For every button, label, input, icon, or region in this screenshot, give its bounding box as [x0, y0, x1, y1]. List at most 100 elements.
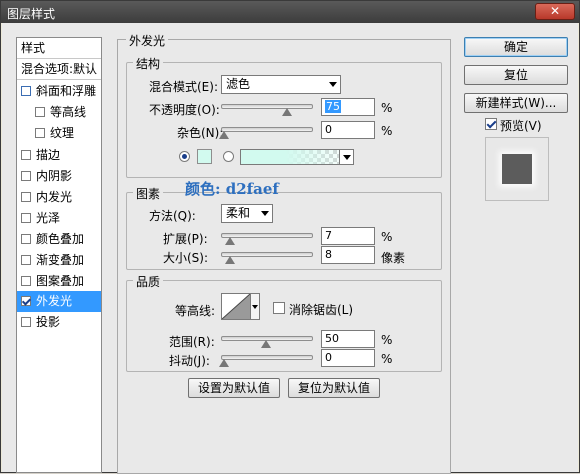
- blend-mode-select[interactable]: 滤色: [221, 75, 341, 94]
- list-item-label: 外发光: [36, 294, 73, 308]
- list-item-label: 描边: [36, 148, 61, 162]
- list-item-pattern-overlay[interactable]: 图案叠加: [17, 271, 101, 292]
- size-slider-thumb[interactable]: [224, 256, 235, 264]
- chevron-down-icon: [261, 211, 269, 216]
- spread-slider[interactable]: [221, 233, 313, 245]
- list-item-label: 内发光: [36, 190, 73, 204]
- new-style-button[interactable]: 新建样式(W)...: [464, 93, 568, 113]
- quality-title: 品质: [133, 273, 164, 290]
- range-slider[interactable]: [221, 336, 313, 348]
- dialog-client: 样式 混合选项:默认 斜面和浮雕 等高线 纹理 描边 内阴影 内发光 光泽 颜色…: [2, 23, 578, 474]
- range-input[interactable]: 50: [321, 330, 375, 348]
- gradient-dropdown-arrow[interactable]: [339, 150, 353, 164]
- list-item-inner-shadow[interactable]: 内阴影: [17, 166, 101, 187]
- list-item-contour[interactable]: 等高线: [17, 102, 101, 123]
- noise-label: 杂色(N):: [177, 126, 224, 140]
- style-preview-thumbnail: [485, 137, 549, 201]
- outer-glow-checkbox[interactable]: [21, 295, 31, 306]
- glow-color-swatch[interactable]: [197, 149, 212, 164]
- solid-color-radio[interactable]: [179, 151, 190, 162]
- list-item-color-overlay[interactable]: 颜色叠加: [17, 229, 101, 250]
- list-item-label: 图案叠加: [36, 274, 85, 288]
- range-slider-thumb[interactable]: [261, 340, 271, 348]
- list-item-outer-glow[interactable]: 外发光: [17, 291, 101, 312]
- list-item-inner-glow[interactable]: 内发光: [17, 187, 101, 208]
- title-bar[interactable]: 图层样式 ✕: [1, 1, 579, 23]
- contour-picker[interactable]: [221, 293, 251, 320]
- spread-input[interactable]: 7: [321, 227, 375, 245]
- satin-checkbox[interactable]: [21, 212, 31, 223]
- gradient-radio[interactable]: [223, 151, 234, 162]
- range-label: 范围(R):: [169, 335, 215, 349]
- panel-title: 外发光: [126, 32, 169, 49]
- make-default-button[interactable]: 设置为默认值: [188, 378, 280, 398]
- list-item-bevel-emboss[interactable]: 斜面和浮雕: [17, 81, 101, 102]
- list-item-label: 颜色叠加: [36, 232, 85, 246]
- list-item-stroke[interactable]: 描边: [17, 145, 101, 166]
- jitter-input[interactable]: 0: [321, 349, 375, 367]
- noise-slider[interactable]: [219, 127, 313, 139]
- opacity-value: 75: [325, 100, 341, 113]
- close-button[interactable]: ✕: [535, 3, 575, 20]
- noise-input[interactable]: 0: [321, 121, 375, 139]
- noise-unit: %: [381, 124, 393, 138]
- size-label: 大小(S):: [163, 251, 209, 265]
- list-item-gradient-overlay[interactable]: 渐变叠加: [17, 250, 101, 271]
- spread-slider-thumb[interactable]: [224, 237, 235, 245]
- stroke-checkbox[interactable]: [21, 149, 31, 160]
- texture-checkbox[interactable]: [35, 127, 45, 138]
- noise-slider-thumb[interactable]: [219, 131, 229, 139]
- preview-square: [502, 154, 532, 184]
- jitter-slider[interactable]: [219, 355, 313, 367]
- anti-alias-label: 消除锯齿(L): [289, 303, 354, 317]
- color-overlay-checkbox[interactable]: [21, 233, 31, 244]
- list-header-styles[interactable]: 样式: [17, 38, 101, 59]
- anti-alias-checkbox[interactable]: [273, 302, 285, 314]
- list-item-drop-shadow[interactable]: 投影: [17, 312, 101, 333]
- jitter-label: 抖动(J):: [169, 354, 210, 368]
- quality-group: 品质 等高线: 消除锯齿(L) 范围(R): 50 % 抖动(J): 0 %: [126, 273, 442, 372]
- jitter-slider-thumb[interactable]: [219, 359, 229, 367]
- technique-label: 方法(Q):: [149, 209, 196, 223]
- elements-group: 图素 颜色: d2faef 方法(Q): 柔和 扩展(P): 7 % 大小(S)…: [126, 180, 442, 270]
- jitter-unit: %: [381, 352, 393, 366]
- size-slider[interactable]: [221, 252, 313, 264]
- blend-mode-value: 滤色: [226, 77, 251, 91]
- contour-dropdown-arrow[interactable]: [251, 293, 260, 320]
- dialog-title: 图层样式: [7, 7, 56, 21]
- list-item-texture[interactable]: 纹理: [17, 123, 101, 144]
- list-blending-options[interactable]: 混合选项:默认: [17, 59, 101, 80]
- blend-mode-label: 混合模式(E):: [149, 80, 218, 94]
- glow-gradient-picker[interactable]: [240, 149, 354, 165]
- preview-checkbox[interactable]: [485, 118, 497, 130]
- technique-select[interactable]: 柔和: [221, 204, 273, 223]
- ok-button[interactable]: 确定: [464, 37, 568, 57]
- reset-to-default-button[interactable]: 复位为默认值: [288, 378, 380, 398]
- bevel-emboss-checkbox[interactable]: [21, 85, 31, 96]
- inner-glow-checkbox[interactable]: [21, 191, 31, 202]
- layer-style-dialog: 图层样式 ✕ 样式 混合选项:默认 斜面和浮雕 等高线 纹理 描边 内阴影 内发: [0, 0, 580, 474]
- contour-checkbox[interactable]: [35, 106, 45, 117]
- opacity-slider[interactable]: [221, 104, 313, 116]
- preview-label: 预览(V): [500, 119, 542, 133]
- outer-glow-panel: 外发光 结构 混合模式(E): 滤色 不透明度(O): 75 % 杂色(N): …: [117, 32, 451, 474]
- gradient-overlay-checkbox[interactable]: [21, 254, 31, 265]
- list-item-label: 纹理: [50, 126, 75, 140]
- list-item-label: 内阴影: [36, 169, 73, 183]
- list-item-satin[interactable]: 光泽: [17, 208, 101, 229]
- opacity-unit: %: [381, 101, 393, 115]
- range-unit: %: [381, 333, 393, 347]
- drop-shadow-checkbox[interactable]: [21, 316, 31, 327]
- opacity-input[interactable]: 75: [321, 98, 375, 116]
- spread-unit: %: [381, 230, 393, 244]
- size-input[interactable]: 8: [321, 246, 375, 264]
- pattern-overlay-checkbox[interactable]: [21, 275, 31, 286]
- opacity-slider-thumb[interactable]: [282, 108, 292, 116]
- technique-value: 柔和: [226, 206, 251, 220]
- reset-button[interactable]: 复位: [464, 65, 568, 85]
- linear-contour-icon: [221, 293, 251, 320]
- list-item-label: 光泽: [36, 211, 61, 225]
- chevron-down-icon: [329, 82, 337, 87]
- inner-shadow-checkbox[interactable]: [21, 170, 31, 181]
- color-annotation: 颜色: d2faef: [185, 180, 279, 198]
